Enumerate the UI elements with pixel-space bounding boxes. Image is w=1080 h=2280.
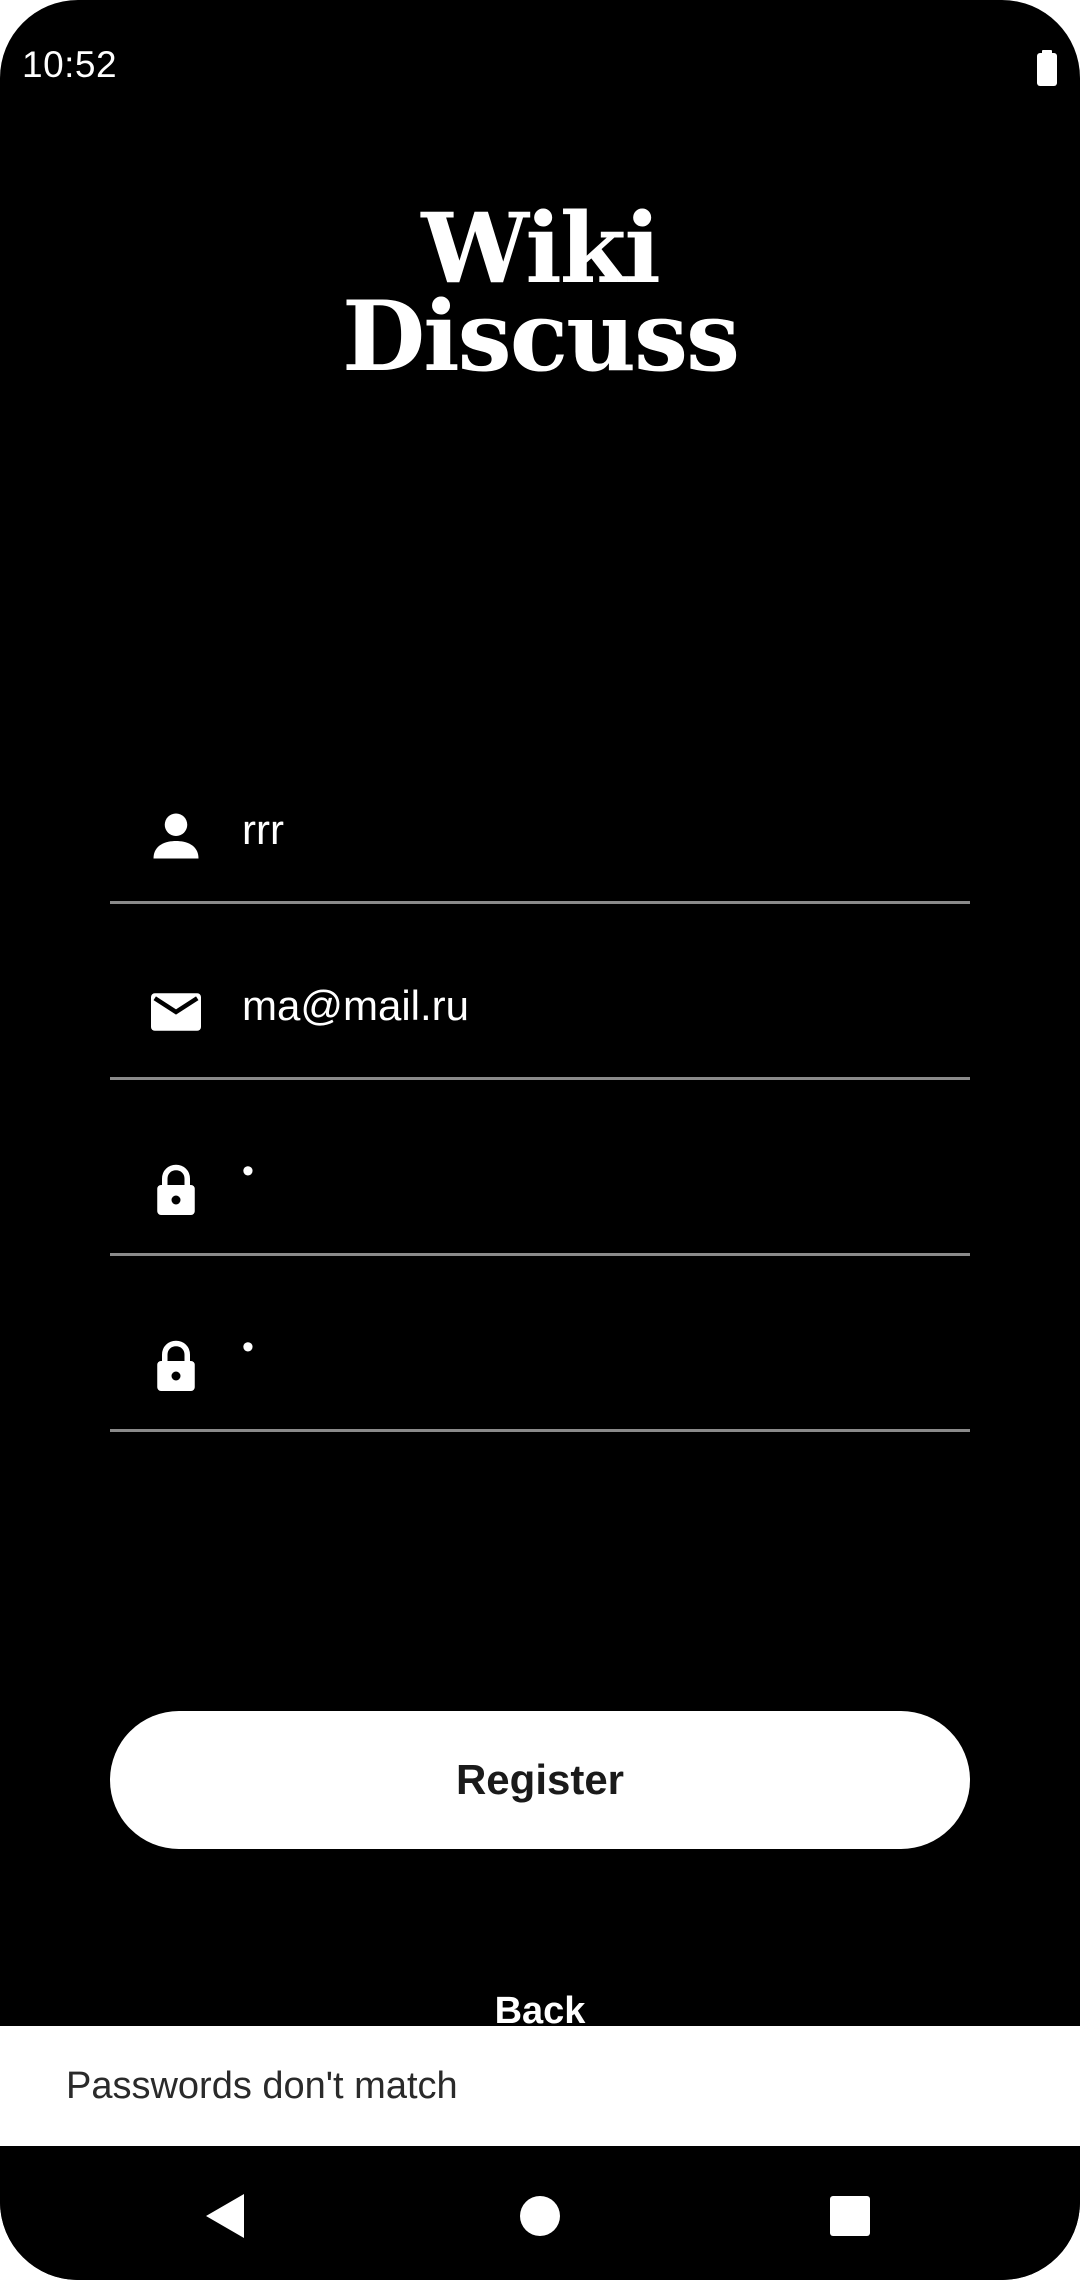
register-button[interactable]: Register bbox=[110, 1711, 970, 1849]
app-screen: 10:52 Wiki Discuss rrr ma@mail.ru • • Re… bbox=[0, 0, 1080, 2280]
lock-icon bbox=[157, 1164, 195, 1215]
email-field[interactable]: ma@mail.ru bbox=[110, 904, 970, 1080]
recents-square-icon[interactable] bbox=[810, 2176, 890, 2256]
app-logo: Wiki Discuss bbox=[0, 201, 1080, 393]
home-circle-icon[interactable] bbox=[500, 2176, 580, 2256]
confirm-password-field[interactable]: • bbox=[110, 1256, 970, 1432]
password-value: • bbox=[242, 1152, 258, 1190]
person-icon bbox=[153, 813, 199, 859]
confirm-password-value: • bbox=[242, 1328, 258, 1366]
username-field[interactable]: rrr bbox=[110, 728, 970, 904]
battery-full-icon bbox=[1037, 50, 1057, 86]
snackbar-message: Passwords don't match bbox=[66, 2064, 458, 2107]
error-snackbar: Passwords don't match bbox=[0, 2026, 1080, 2146]
back-triangle-icon[interactable] bbox=[186, 2176, 266, 2256]
system-nav-bar bbox=[0, 2146, 1080, 2280]
username-value: rrr bbox=[242, 806, 284, 853]
logo-line-discuss: Discuss bbox=[341, 280, 740, 393]
password-field[interactable]: • bbox=[110, 1080, 970, 1256]
mail-icon bbox=[151, 993, 201, 1031]
email-value: ma@mail.ru bbox=[242, 982, 470, 1029]
status-time: 10:52 bbox=[22, 44, 118, 85]
lock-icon bbox=[157, 1340, 195, 1391]
